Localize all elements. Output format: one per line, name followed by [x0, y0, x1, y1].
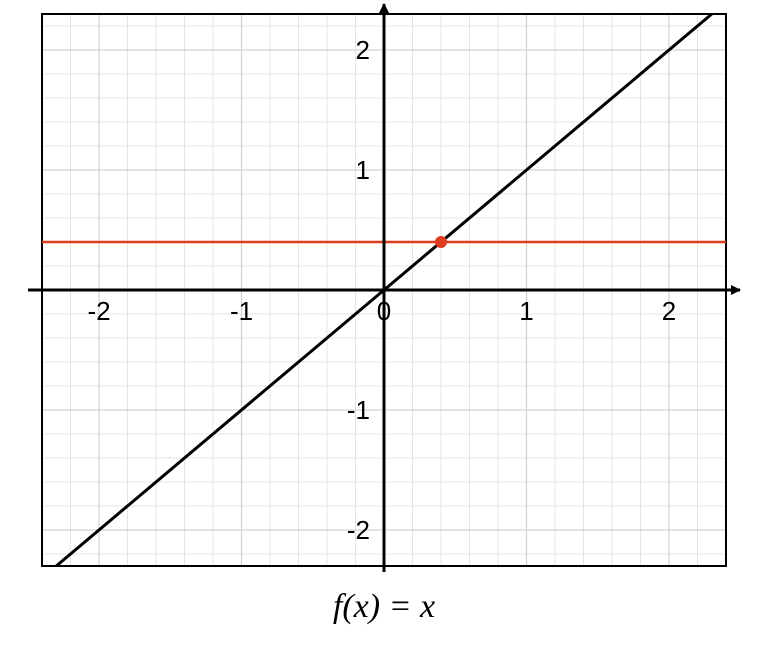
chart-caption: f(x) = x: [333, 588, 435, 626]
x-tick-label: -2: [87, 296, 110, 326]
x-tick-label: 1: [519, 296, 533, 326]
x-tick-label: 0: [377, 296, 391, 326]
x-tick-label: -1: [230, 296, 253, 326]
intersection-point: [435, 236, 447, 248]
chart-container: -2 -1 0 1 2 -2 -1 1 2: [0, 0, 768, 580]
chart-svg: -2 -1 0 1 2 -2 -1 1 2: [0, 0, 768, 580]
y-tick-label: -1: [347, 395, 370, 425]
x-tick-label: 2: [662, 296, 676, 326]
y-tick-label: -2: [347, 515, 370, 545]
y-tick-label: 1: [356, 155, 370, 185]
y-tick-label: 2: [356, 35, 370, 65]
